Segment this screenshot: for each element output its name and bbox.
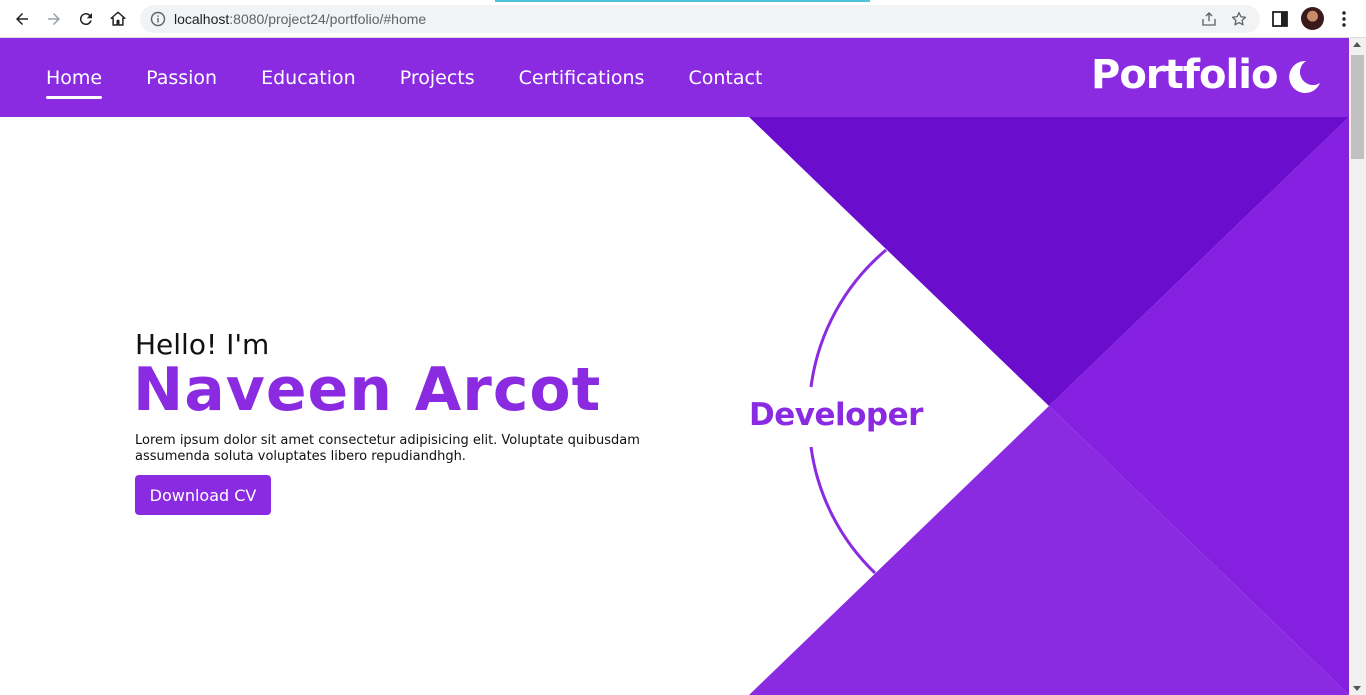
url-host: localhost (174, 11, 230, 27)
hero-description: Lorem ipsum dolor sit amet consectetur a… (135, 433, 640, 464)
site-header: Home Passion Education Projects Certific… (0, 38, 1349, 117)
side-panel-icon[interactable] (1270, 9, 1290, 29)
hero-name: Naveen Arcot (133, 355, 602, 425)
nav-link-contact[interactable]: Contact (688, 67, 762, 89)
main-nav: Home Passion Education Projects Certific… (46, 38, 806, 117)
bookmark-star-icon[interactable] (1230, 10, 1248, 28)
nav-link-certifications[interactable]: Certifications (519, 67, 645, 89)
url-text: localhost:8080/project24/portfolio/#home (174, 11, 426, 27)
arrow-left-icon (16, 13, 28, 25)
browser-toolbar: localhost:8080/project24/portfolio/#home (0, 0, 1366, 38)
nav-link-home[interactable]: Home (46, 67, 103, 99)
scroll-up-arrow-icon[interactable] (1353, 42, 1361, 47)
page-scrollbar[interactable] (1349, 38, 1366, 695)
tab-loading-indicator (495, 0, 870, 2)
reload-button[interactable] (74, 7, 98, 31)
hero-role: Developer (749, 397, 923, 433)
scrollbar-thumb[interactable] (1351, 55, 1364, 159)
developer-arc-top (809, 248, 887, 388)
hero-section: Hello! I'm Naveen Arcot Lorem ipsum dolo… (0, 117, 1349, 695)
share-icon[interactable] (1200, 10, 1218, 28)
site-logo-text[interactable]: Portfolio (1091, 52, 1278, 98)
home-button[interactable] (106, 7, 130, 31)
moon-icon[interactable] (1286, 59, 1322, 95)
nav-link-projects[interactable]: Projects (400, 67, 475, 89)
url-path: :8080/project24/portfolio/#home (229, 11, 427, 27)
more-menu-icon[interactable] (1334, 9, 1354, 29)
arrow-right-icon (48, 13, 60, 25)
profile-avatar[interactable] (1301, 7, 1324, 30)
scroll-down-arrow-icon[interactable] (1353, 686, 1361, 691)
back-button[interactable] (10, 7, 34, 31)
developer-arc-bottom (809, 446, 877, 575)
forward-button[interactable] (42, 7, 66, 31)
address-bar[interactable]: localhost:8080/project24/portfolio/#home (140, 5, 1260, 33)
nav-link-education[interactable]: Education (261, 67, 356, 89)
nav-link-passion[interactable]: Passion (146, 67, 217, 89)
info-icon[interactable] (150, 11, 166, 27)
download-cv-button[interactable]: Download CV (135, 475, 271, 515)
reload-icon (79, 13, 92, 26)
home-icon (110, 11, 126, 26)
